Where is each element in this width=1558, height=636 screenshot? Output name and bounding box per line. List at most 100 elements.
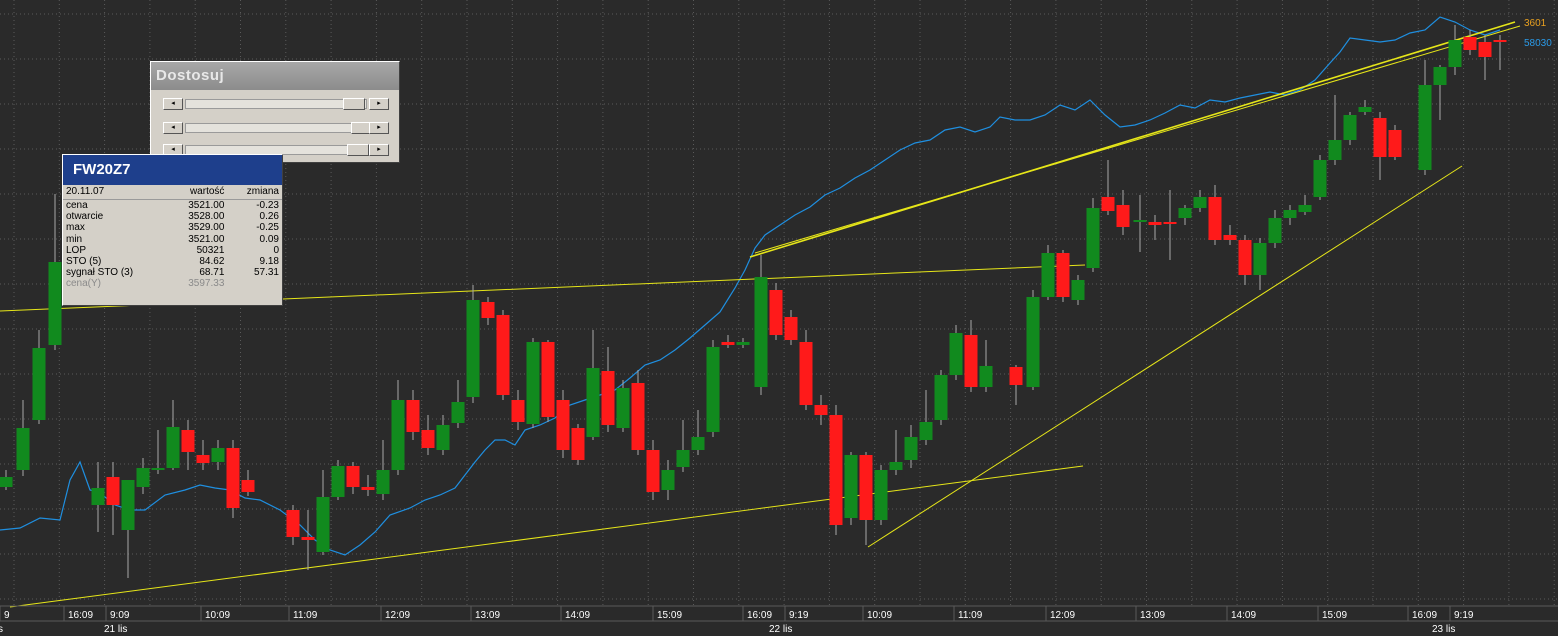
candle-down — [646, 450, 660, 492]
row-change: 0.09 — [259, 233, 279, 245]
candle-up — [1026, 297, 1040, 387]
row-value: 68.71 — [199, 267, 225, 279]
candle-down — [1463, 37, 1477, 50]
candle-up — [211, 448, 225, 462]
slider-1-left-button[interactable]: ◂ — [163, 98, 183, 110]
slider-3-right-button[interactable]: ▸ — [369, 144, 389, 156]
row-label: max — [66, 222, 85, 234]
candle-up — [691, 437, 705, 450]
candle-down — [829, 415, 843, 525]
row-value: 3521.00 — [188, 233, 225, 245]
quote-date: 20.11.07 — [63, 185, 168, 200]
slider-1-track[interactable] — [185, 99, 367, 109]
candle-down — [721, 342, 735, 345]
candle-up — [526, 342, 540, 424]
candle-down — [1116, 205, 1130, 227]
candle-down — [226, 448, 240, 508]
candle-down — [1101, 197, 1115, 211]
row-label: cena — [66, 200, 88, 211]
slider-1-thumb[interactable] — [343, 98, 365, 110]
time-tick-label: 9:09 — [110, 610, 130, 621]
time-tick-label: 16:09 — [1412, 610, 1437, 621]
candle-down — [1009, 367, 1023, 385]
slider-2-right-button[interactable]: ▸ — [369, 122, 389, 134]
candle-down — [541, 342, 555, 417]
candle-down — [1056, 253, 1070, 297]
candle-down — [1238, 240, 1252, 275]
time-tick-label: 13:09 — [1140, 610, 1165, 621]
quote-info-panel[interactable]: FW20Z7 20.11.07 wartość zmiana cena 3521.… — [62, 154, 283, 306]
candle-down — [1148, 222, 1162, 225]
slider-3-thumb[interactable] — [347, 144, 369, 156]
candle-up — [586, 368, 600, 437]
candle-up — [1448, 40, 1462, 67]
slider-1[interactable]: ◂ ▸ — [163, 98, 389, 110]
candle-down — [769, 290, 783, 335]
candle-up — [844, 455, 858, 518]
date-tick-label: 23 lis — [1432, 624, 1455, 635]
candle-up — [904, 437, 918, 460]
candle-down — [496, 315, 510, 395]
quote-table-header: 20.11.07 wartość zmiana — [63, 185, 282, 200]
candle-up — [1298, 205, 1312, 212]
adjust-panel[interactable]: Dostosuj ◂ ▸ ◂ ▸ ◂ ▸ — [150, 61, 400, 163]
candle-up — [1268, 218, 1282, 243]
candle-up — [874, 470, 888, 520]
instrument-title: FW20Z7 — [63, 155, 282, 185]
candle-up — [1433, 67, 1447, 85]
candle-down — [1163, 222, 1177, 224]
slider-2-track[interactable] — [185, 123, 367, 133]
candle-up — [16, 428, 30, 470]
candle-down — [556, 400, 570, 450]
row-value: 84.62 — [199, 256, 225, 268]
time-tick-label: 12:09 — [1050, 610, 1075, 621]
candle-down — [571, 428, 585, 460]
time-tick-label: 16:09 — [747, 610, 772, 621]
table-row: sygnał STO (3) 68.71 57.31 — [63, 267, 282, 278]
adjust-panel-title[interactable]: Dostosuj — [151, 62, 399, 90]
header-value: wartość — [167, 185, 228, 200]
candle-up — [1071, 280, 1085, 300]
candle-up — [436, 425, 450, 450]
candle-up — [166, 427, 180, 468]
candle-up — [391, 400, 405, 470]
time-tick-label: 14:09 — [565, 610, 590, 621]
date-tick-label: s — [0, 624, 3, 635]
candle-up — [1133, 220, 1147, 222]
candle-down — [1388, 130, 1402, 157]
table-row: cena(Y) 3597.33 — [63, 278, 282, 289]
candle-down — [406, 400, 420, 432]
candle-down — [196, 455, 210, 463]
slider-1-right-button[interactable]: ▸ — [369, 98, 389, 110]
candle-up — [979, 366, 993, 387]
candle-up — [376, 470, 390, 494]
row-change: -0.25 — [256, 222, 279, 234]
candle-up — [1193, 197, 1207, 208]
candle-up — [919, 422, 933, 440]
time-tick-label: 10:09 — [867, 610, 892, 621]
table-row: min 3521.00 0.09 — [63, 234, 282, 245]
row-label: STO (5) — [66, 256, 102, 268]
candle-up — [451, 402, 465, 423]
candle-up — [32, 348, 46, 420]
slider-2[interactable]: ◂ ▸ — [163, 122, 389, 134]
candle-up — [736, 342, 750, 345]
row-change: 9.18 — [259, 256, 279, 268]
row-value: 3521.00 — [188, 200, 225, 211]
candle-up — [1418, 85, 1432, 170]
candle-up — [331, 466, 345, 497]
quote-table: 20.11.07 wartość zmiana cena 3521.00 -0.23… — [63, 185, 282, 290]
row-change: 0.26 — [259, 211, 279, 223]
row-label: sygnał STO (3) — [66, 267, 134, 279]
time-tick-label: 15:09 — [657, 610, 682, 621]
candle-up — [1358, 107, 1372, 112]
time-tick-label: 14:09 — [1231, 610, 1256, 621]
candle-down — [964, 335, 978, 387]
slider-2-left-button[interactable]: ◂ — [163, 122, 183, 134]
candle-down — [1223, 235, 1237, 240]
row-label: LOP — [66, 244, 87, 256]
candle-up — [1343, 115, 1357, 140]
candle-down — [421, 430, 435, 448]
row-value: 50321 — [196, 244, 225, 256]
candle-up — [706, 347, 720, 432]
